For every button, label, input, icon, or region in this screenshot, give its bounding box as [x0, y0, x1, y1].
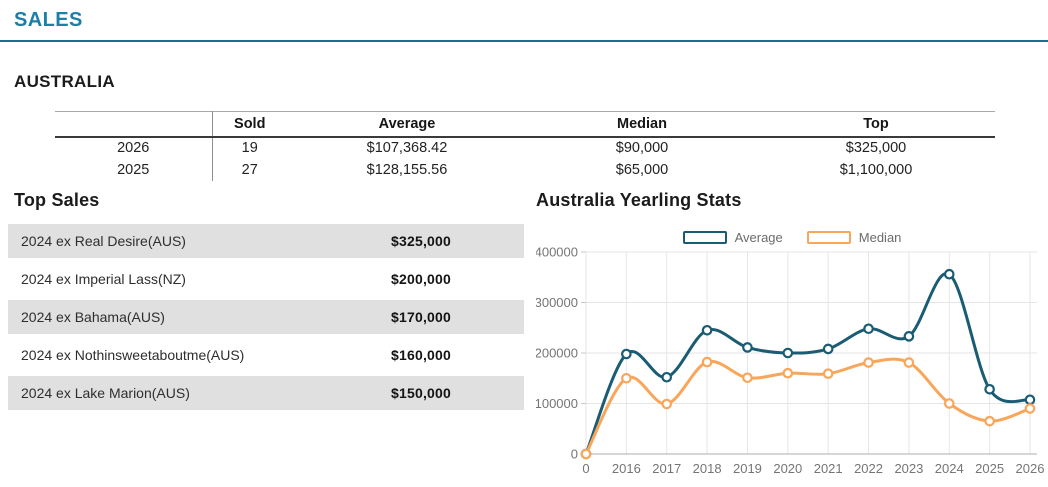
data-point-average[interactable]: [622, 350, 630, 358]
y-axis-label: 200000: [536, 346, 578, 361]
sales-page: SALES AUSTRALIA Sold Average Median Top …: [0, 0, 1048, 487]
yearly-stats-table: Sold Average Median Top 2026 19 $107,368…: [55, 111, 995, 181]
data-point-median[interactable]: [703, 358, 711, 366]
data-point-average[interactable]: [945, 270, 953, 278]
sale-name: 2024 ex Bahama(AUS): [21, 309, 165, 325]
y-axis-label: 300000: [536, 295, 578, 310]
cell-sold: 27: [212, 159, 287, 181]
data-point-average[interactable]: [824, 345, 832, 353]
cell-median: $90,000: [527, 137, 757, 159]
data-point-average[interactable]: [663, 373, 671, 381]
x-axis-label: 2017: [652, 461, 681, 476]
page-title: SALES: [14, 9, 83, 32]
cell-average: $107,368.42: [287, 137, 527, 159]
header-sold: Sold: [212, 112, 287, 137]
table-row: 2025 27 $128,155.56 $65,000 $1,100,000: [55, 159, 995, 181]
header-year: [55, 112, 212, 137]
data-point-average[interactable]: [784, 349, 792, 357]
x-axis-label: 2021: [814, 461, 843, 476]
cell-average: $128,155.56: [287, 159, 527, 181]
sale-price: $150,000: [391, 385, 451, 401]
cell-year: 2026: [55, 137, 212, 159]
chart-title: Australia Yearling Stats: [536, 190, 1048, 211]
sale-price: $200,000: [391, 271, 451, 287]
x-axis-label: 2018: [693, 461, 722, 476]
cell-sold: 19: [212, 137, 287, 159]
y-axis-label: 100000: [536, 396, 578, 411]
x-axis-label: 2025: [975, 461, 1004, 476]
data-point-average[interactable]: [905, 332, 913, 340]
data-point-median[interactable]: [663, 400, 671, 408]
data-point-median[interactable]: [784, 369, 792, 377]
list-item: 2024 ex Real Desire(AUS) $325,000: [8, 224, 524, 258]
data-point-median[interactable]: [985, 417, 993, 425]
list-item: 2024 ex Bahama(AUS) $170,000: [8, 300, 524, 334]
data-point-average[interactable]: [743, 343, 751, 351]
sale-name: 2024 ex Nothinsweetaboutme(AUS): [21, 347, 244, 363]
data-point-median[interactable]: [582, 450, 590, 458]
x-axis-label: 2019: [733, 461, 762, 476]
sale-price: $170,000: [391, 309, 451, 325]
data-point-average[interactable]: [703, 326, 711, 334]
data-point-median[interactable]: [824, 370, 832, 378]
series-line-average: [586, 273, 1030, 454]
top-sales-list: 2024 ex Real Desire(AUS) $325,000 2024 e…: [8, 224, 524, 410]
sale-name: 2024 ex Real Desire(AUS): [21, 233, 186, 249]
x-axis-label: 2023: [894, 461, 923, 476]
cell-year: 2025: [55, 159, 212, 181]
data-point-median[interactable]: [743, 374, 751, 382]
series-line-median: [586, 359, 1030, 454]
data-point-median[interactable]: [622, 374, 630, 382]
x-axis-label: 2022: [854, 461, 883, 476]
y-axis-label: 400000: [536, 245, 578, 260]
header-median: Median: [527, 112, 757, 137]
cell-median: $65,000: [527, 159, 757, 181]
data-point-average[interactable]: [864, 325, 872, 333]
data-point-median[interactable]: [864, 358, 872, 366]
data-point-median[interactable]: [945, 399, 953, 407]
cell-top: $325,000: [757, 137, 995, 159]
data-point-average[interactable]: [985, 385, 993, 393]
cell-top: $1,100,000: [757, 159, 995, 181]
table-row: 2026 19 $107,368.42 $90,000 $325,000: [55, 137, 995, 159]
data-point-median[interactable]: [905, 358, 913, 366]
x-axis-label: 2024: [935, 461, 964, 476]
x-axis-label: 2020: [773, 461, 802, 476]
list-item: 2024 ex Imperial Lass(NZ) $200,000: [8, 262, 524, 296]
list-item: 2024 ex Lake Marion(AUS) $150,000: [8, 376, 524, 410]
list-item: 2024 ex Nothinsweetaboutme(AUS) $160,000: [8, 338, 524, 372]
sale-price: $325,000: [391, 233, 451, 249]
header-top: Top: [757, 112, 995, 137]
top-sales-section: Top Sales 2024 ex Real Desire(AUS) $325,…: [8, 190, 524, 414]
data-point-average[interactable]: [1026, 396, 1034, 404]
sale-name: 2024 ex Imperial Lass(NZ): [21, 271, 186, 287]
table-header-row: Sold Average Median Top: [55, 112, 995, 137]
y-axis-label: 0: [571, 447, 578, 462]
top-sales-heading: Top Sales: [14, 190, 524, 211]
data-point-median[interactable]: [1026, 404, 1034, 412]
sale-price: $160,000: [391, 347, 451, 363]
header-average: Average: [287, 112, 527, 137]
yearling-stats-panel: Australia Yearling Stats AverageMedian 0…: [536, 190, 1048, 211]
x-axis-label: 2016: [612, 461, 641, 476]
australia-heading: AUSTRALIA: [14, 72, 115, 92]
title-rule: [0, 40, 1048, 42]
x-axis-label: 2026: [1016, 461, 1045, 476]
sale-name: 2024 ex Lake Marion(AUS): [21, 385, 190, 401]
x-axis-label: 0: [582, 461, 589, 476]
yearling-chart: 0 100000 200000 300000 400000 0 2016 2017 2018 20…: [536, 242, 1048, 482]
